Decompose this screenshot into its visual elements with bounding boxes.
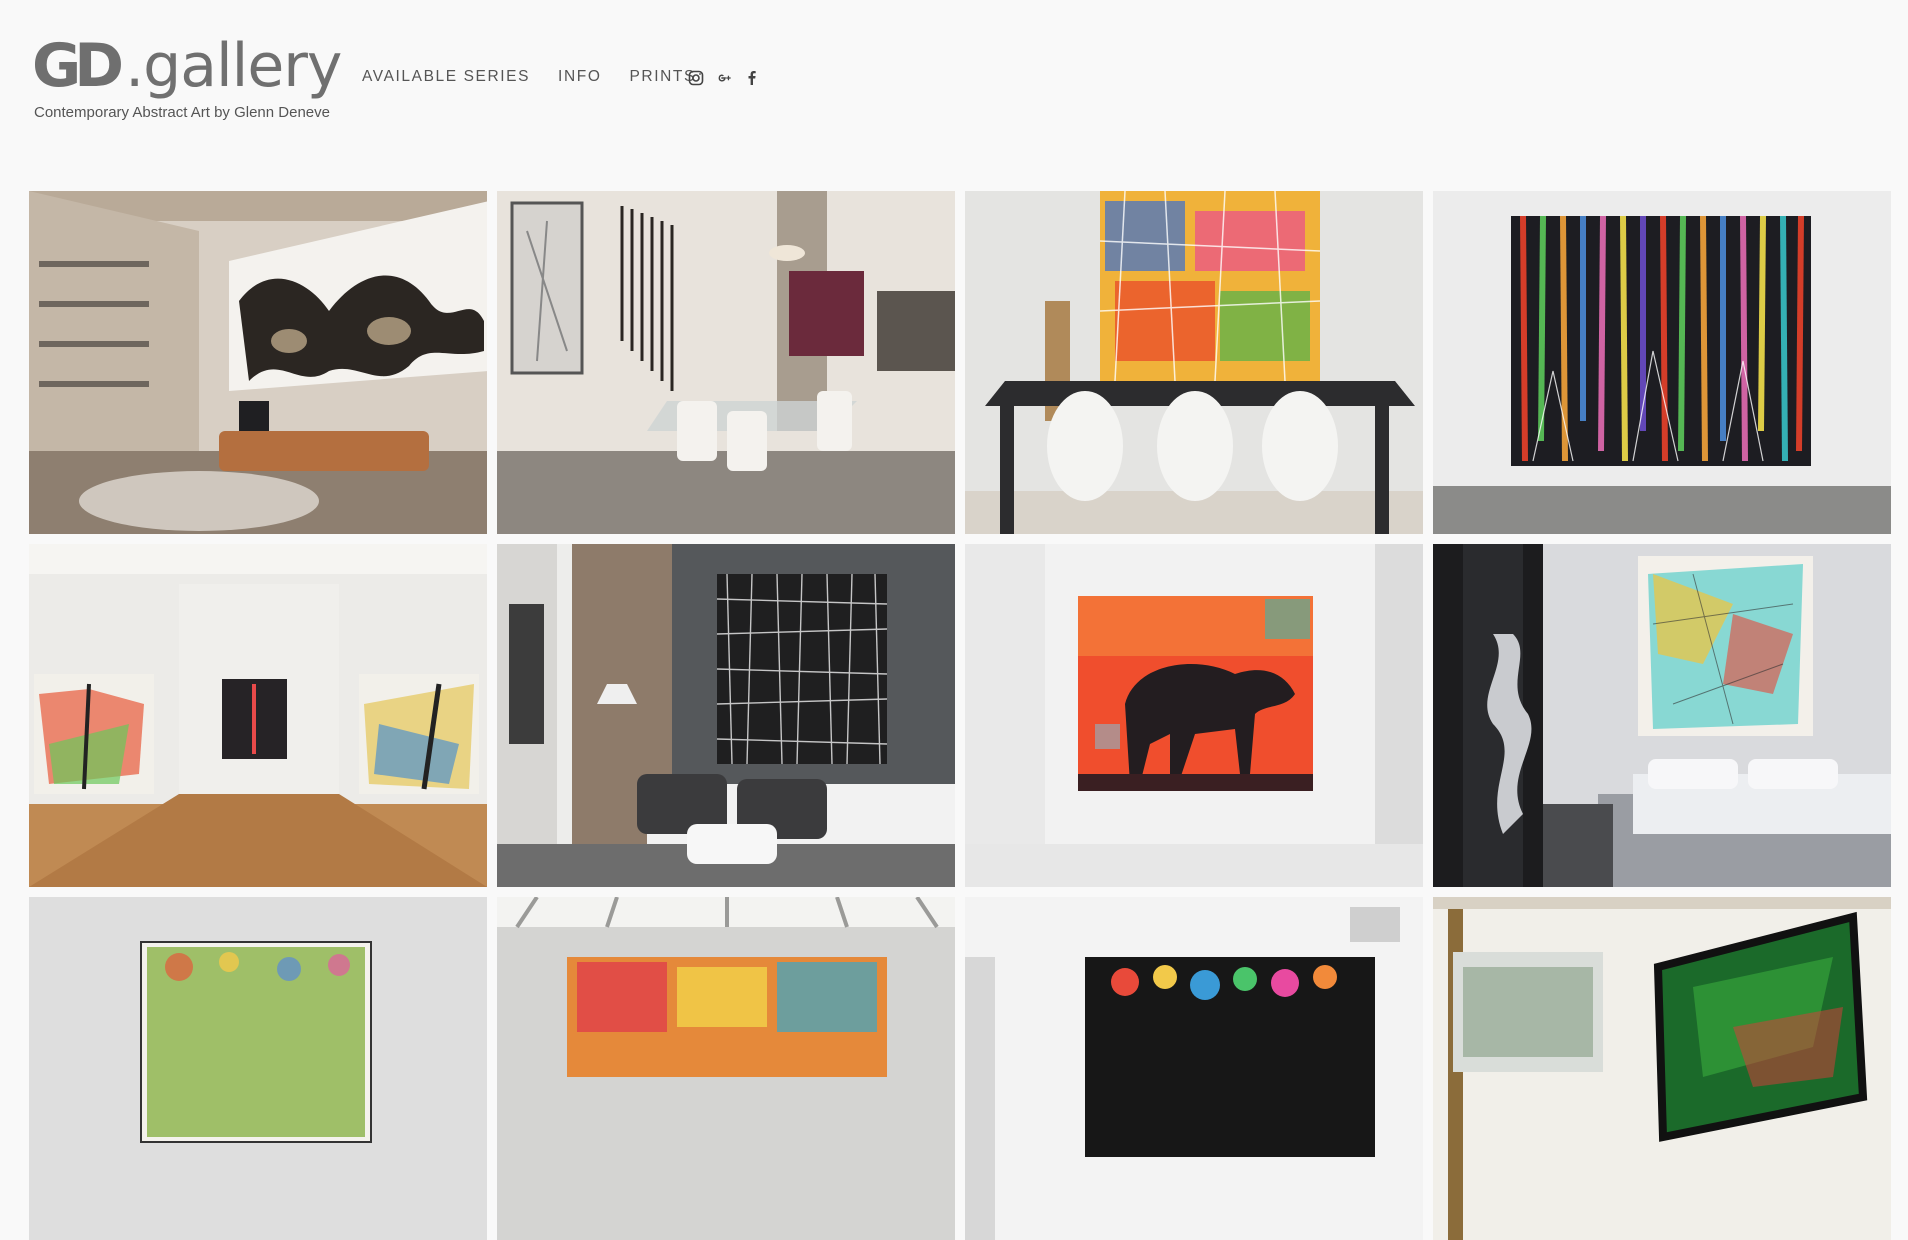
gallery-tile[interactable] — [29, 191, 487, 534]
artwork-photo — [965, 544, 1423, 887]
site-header: GD .gallery Contemporary Abstract Art by… — [0, 0, 1908, 150]
artwork-photo — [1433, 191, 1891, 534]
gallery-tile[interactable] — [1433, 897, 1891, 1240]
social-links — [688, 70, 760, 86]
nav-info[interactable]: INFO — [558, 68, 601, 86]
logo-text: .gallery — [125, 31, 342, 101]
artwork-photo — [965, 897, 1423, 1240]
logo-mark: GD — [32, 31, 124, 101]
gallery-tile[interactable] — [965, 191, 1423, 534]
artwork-photo — [29, 191, 487, 534]
gallery-tile[interactable] — [965, 544, 1423, 887]
gallery-tile[interactable] — [497, 191, 955, 534]
site-logo[interactable]: GD .gallery — [32, 28, 342, 101]
facebook-icon[interactable] — [744, 70, 760, 86]
gallery-tile[interactable] — [29, 544, 487, 887]
gallery-grid — [29, 191, 1891, 1240]
nav-prints[interactable]: PRINTS — [629, 68, 695, 86]
artwork-photo — [497, 897, 955, 1240]
artwork-photo — [497, 544, 955, 887]
google-plus-icon[interactable] — [716, 70, 732, 86]
artwork-photo — [497, 191, 955, 534]
gallery-tile[interactable] — [497, 897, 955, 1240]
site-tagline: Contemporary Abstract Art by Glenn Denev… — [34, 104, 330, 121]
instagram-icon[interactable] — [688, 70, 704, 86]
gallery-tile[interactable] — [497, 544, 955, 887]
gallery-tile[interactable] — [1433, 191, 1891, 534]
nav-available-series[interactable]: AVAILABLE SERIES — [362, 68, 530, 86]
artwork-photo — [965, 191, 1423, 534]
main-nav: AVAILABLE SERIES INFO PRINTS — [362, 68, 696, 86]
gallery-tile[interactable] — [1433, 544, 1891, 887]
artwork-photo — [1433, 544, 1891, 887]
gallery-tile[interactable] — [29, 897, 487, 1240]
artwork-photo — [1433, 897, 1891, 1240]
artwork-photo — [29, 544, 487, 887]
gallery-tile[interactable] — [965, 897, 1423, 1240]
artwork-photo — [29, 897, 487, 1240]
